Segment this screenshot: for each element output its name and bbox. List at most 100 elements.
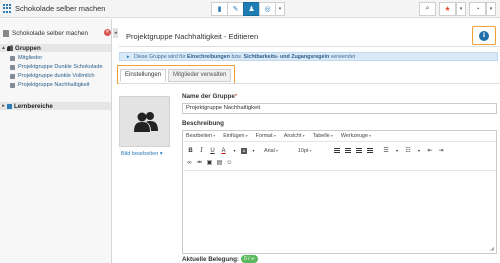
rich-text-editor: Bearbeiten Einfügen Format Ansicht Tabel…	[182, 130, 497, 254]
outdent-icon[interactable]: ⇤	[426, 147, 435, 154]
numbered-list-icon[interactable]: ☷	[404, 147, 413, 154]
list-item-icon	[10, 73, 15, 79]
sidebar-item-dark-chocolate[interactable]: Projektgruppe Dunkle Schokolade	[0, 63, 111, 71]
group-name-input[interactable]: Projektgruppe Nachhaltigkeit	[182, 103, 497, 114]
menu-table[interactable]: Tabelle	[313, 133, 333, 139]
resize-handle-icon[interactable]: ◢	[490, 246, 494, 252]
notice-text: verwendet	[330, 54, 356, 60]
link-icon[interactable]: ∞	[186, 159, 193, 166]
star-icon[interactable]: ★	[439, 2, 456, 16]
expand-arrow-icon[interactable]: ▲	[0, 45, 7, 51]
sidebar-item-label: Gruppen	[15, 44, 41, 52]
notice-bar: ► Diese Gruppe wird für Einschreibungen …	[119, 52, 498, 61]
occupancy-label: Aktuelle Belegung:	[182, 256, 240, 263]
menu-format[interactable]: Format	[256, 133, 276, 139]
edit-image-button[interactable]: Bild bearbeiten ▾	[121, 151, 163, 157]
occupancy-badge: 0 / ∞	[241, 255, 258, 263]
editor-toolbar-secondary: ∞ ⚮ ▣ ▤ ☺	[186, 158, 233, 167]
divider	[119, 46, 500, 47]
bullet-list-icon[interactable]: ☰	[382, 147, 391, 154]
grid-icon	[7, 103, 12, 109]
sidebar-item-label: Lernbereiche	[14, 102, 53, 110]
align-right-icon[interactable]	[355, 148, 362, 153]
underline-icon[interactable]: U	[208, 148, 217, 154]
divider	[119, 83, 500, 84]
text-color-chevron-icon[interactable]: ▾	[230, 148, 239, 153]
bold-icon[interactable]: B	[186, 148, 195, 154]
star-dropdown-chevron-icon[interactable]: ▾	[456, 2, 466, 16]
highlight-chevron-icon[interactable]: ▾	[249, 148, 258, 153]
target-icon[interactable]: ◎	[259, 2, 276, 16]
media-icon[interactable]: ▤	[216, 159, 223, 166]
bullet-list-chevron-icon[interactable]: ▾	[393, 148, 402, 153]
image-icon[interactable]: ▣	[206, 159, 213, 166]
help-icon[interactable]: ◔	[469, 2, 486, 16]
sidebar-item-label: Projektgruppe dunkle Vollmilch	[18, 73, 95, 79]
italic-icon[interactable]: I	[197, 147, 206, 154]
arrow-right-icon: ►	[126, 54, 131, 59]
sidebar-item-label: Mitglieder	[18, 55, 43, 61]
document-icon	[3, 29, 9, 37]
sidebar-item-learning-areas[interactable]: ▸ Lernbereiche	[0, 102, 111, 110]
list-item-icon	[10, 55, 15, 61]
main-content: Projektgruppe Nachhaltigkeit - Editieren…	[117, 19, 500, 263]
numbered-list-chevron-icon[interactable]: ▾	[415, 148, 424, 153]
editor-toolbar: B I U A ▾ A ▾ Arial 10pt ☰ ▾ ☷ ▾ ⇤ ⇥	[186, 146, 494, 155]
font-size-select[interactable]: 10pt	[298, 148, 312, 154]
top-bar: Schokolade selber machen ▮ ✎ ♟ ◎ ▾ ⌕ ★ ▾…	[0, 0, 500, 18]
close-icon[interactable]: ✕	[104, 29, 111, 36]
align-justify-icon[interactable]	[366, 148, 373, 153]
indent-icon[interactable]: ⇥	[437, 147, 446, 154]
menu-edit[interactable]: Bearbeiten	[186, 133, 215, 139]
sidebar-item-dark-milk[interactable]: Projektgruppe dunkle Vollmilch	[0, 72, 111, 80]
info-icon[interactable]: i	[479, 31, 489, 41]
expand-arrow-icon[interactable]: ▸	[0, 103, 7, 109]
unlink-icon[interactable]: ⚮	[196, 159, 203, 166]
tab-manage-members[interactable]: Mitglieder verwalten	[168, 69, 232, 82]
notice-link-enrolments[interactable]: Einschreibungen	[187, 54, 230, 60]
sidebar-item-label: Projektgruppe Dunkle Schokolade	[18, 64, 103, 70]
help-dropdown-chevron-icon[interactable]: ▾	[486, 2, 496, 16]
text-color-icon[interactable]: A	[219, 148, 228, 154]
list-item-icon	[10, 82, 15, 88]
highlight-color-icon[interactable]: A	[241, 147, 247, 154]
emoticon-icon[interactable]: ☺	[226, 159, 233, 166]
menu-view[interactable]: Ansicht	[284, 133, 305, 139]
topbar-right-tools: ⌕ ★ ▾ ◔ ▾	[419, 2, 496, 16]
align-center-icon[interactable]	[344, 148, 351, 153]
info-highlight: i	[472, 26, 496, 45]
notice-link-rules[interactable]: Sichtbarkeits- und Zugangsregeln	[244, 54, 330, 60]
notice-text: Diese Gruppe wird für	[133, 54, 186, 60]
menu-tools[interactable]: Werkzeuge	[341, 133, 371, 139]
page-title: Projektgruppe Nachhaltigkeit - Editieren	[126, 32, 259, 41]
group-icon[interactable]: ♟	[243, 2, 260, 16]
sidebar-item-label: Projektgruppe Nachhaltigkeit	[18, 82, 90, 88]
group-avatar-icon	[134, 112, 158, 132]
align-left-icon[interactable]	[333, 148, 340, 153]
menu-insert[interactable]: Einfügen	[223, 133, 247, 139]
font-family-select[interactable]: Arial	[264, 148, 278, 154]
sidebar-item-groups[interactable]: ▲ Gruppen	[0, 44, 111, 52]
sidebar-collapse-handle[interactable]: ◂	[113, 28, 118, 38]
sidebar-item-members[interactable]: Mitglieder	[0, 54, 111, 62]
search-icon[interactable]: ⌕	[419, 2, 436, 16]
group-image	[119, 96, 170, 147]
tabs-highlight: Einstellungen Mitglieder verwalten	[117, 65, 235, 84]
book-icon[interactable]: ▮	[211, 2, 228, 16]
main-nav: ▮ ✎ ♟ ◎ ▾	[211, 2, 285, 16]
notice-text: bzw.	[231, 54, 243, 60]
app-grid-icon[interactable]	[3, 4, 12, 13]
nav-dropdown-chevron-icon[interactable]: ▾	[275, 2, 285, 16]
sidebar-header: Schokolade selber machen ✕	[3, 28, 111, 38]
group-name-label: Name der Gruppe*	[182, 93, 238, 100]
description-label: Beschreibung	[182, 120, 224, 127]
sidebar-item-sustainability[interactable]: Projektgruppe Nachhaltigkeit	[0, 81, 111, 89]
tab-settings[interactable]: Einstellungen	[120, 69, 167, 82]
pencil-icon[interactable]: ✎	[227, 2, 244, 16]
editor-content-area[interactable]: ◢	[183, 170, 496, 254]
list-item-icon	[10, 64, 15, 70]
sidebar-title: Schokolade selber machen	[12, 29, 88, 37]
users-icon	[7, 45, 13, 51]
editor-menubar: Bearbeiten Einfügen Format Ansicht Tabel…	[183, 131, 496, 142]
required-marker: *	[234, 93, 238, 100]
